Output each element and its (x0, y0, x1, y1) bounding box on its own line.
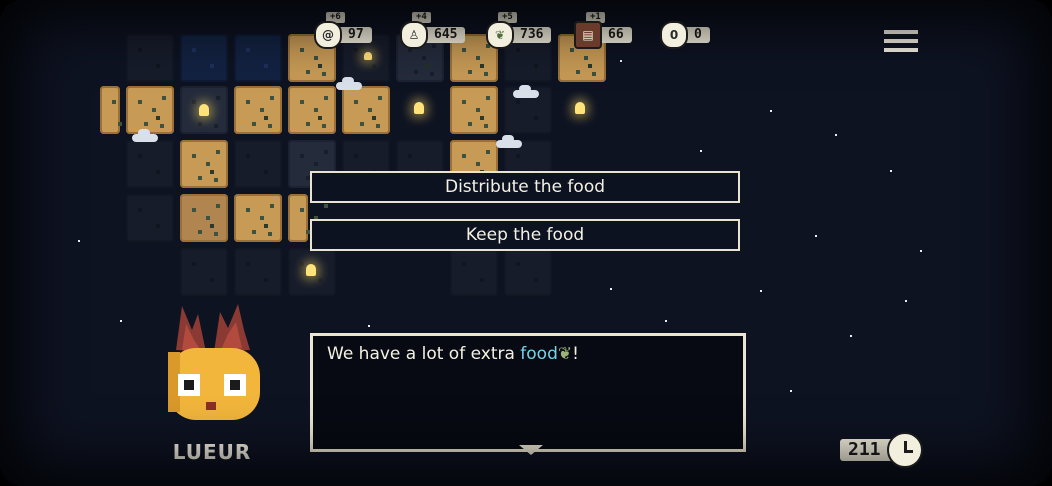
resource-food[interactable]: ❦ 736 +5 (486, 12, 552, 49)
lantern-icon (575, 102, 585, 114)
star (620, 60, 622, 62)
star (890, 170, 892, 172)
dialog-text: We have a lot of extra food❦! (327, 344, 579, 364)
star (760, 290, 762, 292)
star (790, 390, 792, 392)
star (905, 300, 907, 302)
lueur-portrait (168, 304, 260, 420)
lantern-icon (364, 52, 372, 60)
leaf-icon: ❦ (486, 21, 514, 49)
star (835, 134, 837, 136)
map-tile[interactable] (126, 194, 174, 242)
map-tile[interactable] (180, 140, 228, 188)
map-tile[interactable] (180, 194, 228, 242)
map-tile[interactable] (234, 140, 282, 188)
map-tile[interactable] (126, 140, 174, 188)
choice-keep-food[interactable]: Keep the food (310, 219, 740, 251)
coin-icon: 0 (660, 21, 688, 49)
clock-icon (886, 432, 923, 468)
map-tile[interactable] (450, 86, 498, 134)
map-tile[interactable] (126, 34, 174, 82)
map-tile[interactable] (180, 248, 228, 296)
map-tile[interactable] (450, 248, 498, 296)
map-tile[interactable] (342, 86, 390, 134)
cloud-icon (496, 135, 522, 148)
star (78, 240, 80, 242)
map-tile[interactable] (288, 194, 322, 242)
lantern-icon (306, 264, 316, 276)
star (610, 288, 612, 290)
resource-materials[interactable]: ▤ 66 +1 (574, 12, 632, 49)
star (700, 150, 702, 152)
lantern-icon (414, 102, 424, 114)
character-name: LUEUR (172, 440, 252, 464)
star (920, 250, 922, 252)
map-tile[interactable] (504, 248, 552, 296)
star (120, 320, 122, 322)
star (815, 235, 817, 237)
star (770, 110, 772, 112)
choice-distribute-food[interactable]: Distribute the food (310, 171, 740, 203)
turn-timer[interactable]: 211 (840, 432, 923, 468)
resource-tokens[interactable]: 0 0 (660, 21, 710, 49)
cloud-icon (513, 85, 539, 98)
dialog-text-after: ! (572, 344, 579, 364)
resource-spirit[interactable]: @ 97 +6 (314, 12, 372, 49)
spiral-icon: @ (314, 21, 342, 49)
cloud-icon (336, 77, 362, 90)
map-tile[interactable] (288, 86, 336, 134)
map-tile[interactable] (234, 248, 282, 296)
menu-icon (884, 30, 918, 34)
map-tile[interactable] (234, 34, 282, 82)
game-screen: @ 97 +6 ♙ 645 +4 ❦ 736 +5 ▤ 66 +1 0 0 Di… (0, 0, 1052, 486)
menu-icon (884, 48, 918, 52)
map-tile[interactable] (180, 34, 228, 82)
dialog-box[interactable]: We have a lot of extra food❦! (310, 333, 746, 455)
map-tile[interactable] (100, 86, 134, 134)
resource-population[interactable]: ♙ 645 +4 (400, 12, 466, 49)
crate-icon: ▤ (574, 21, 602, 49)
menu-icon (884, 39, 918, 43)
menu-button[interactable] (884, 30, 918, 54)
star (368, 325, 370, 327)
star (850, 335, 852, 337)
campfire-icon (199, 104, 209, 116)
star (665, 320, 667, 322)
person-icon: ♙ (400, 21, 428, 49)
leaf-icon: ❦ (557, 344, 573, 364)
dialog-text-before: We have a lot of extra (327, 344, 521, 364)
continue-arrow-icon[interactable] (519, 445, 543, 455)
map-tile[interactable] (234, 86, 282, 134)
dialog-highlight: food (520, 344, 558, 364)
map-tile[interactable] (234, 194, 282, 242)
map-tile[interactable] (126, 86, 174, 134)
cloud-icon (132, 129, 158, 142)
